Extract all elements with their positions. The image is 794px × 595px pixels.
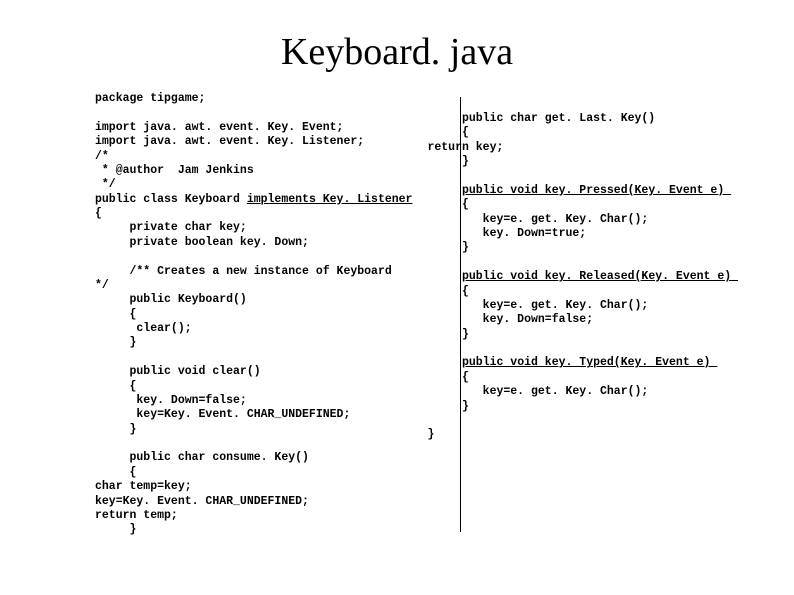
code-line: /* [95,150,109,163]
code-line: } [427,241,468,254]
code-underline: public void key. Released(Key. Event e) [462,270,738,283]
code-line: key=Key. Event. CHAR_UNDEFINED; [95,495,309,508]
code-line: } [95,336,136,349]
code-line: public void clear() [95,365,261,378]
code-line: * @author Jam Jenkins [95,164,254,177]
code-line: { [95,466,136,479]
code-line: import java. awt. event. Key. Listener; [95,135,364,148]
code-line: private boolean key. Down; [95,236,309,249]
code-line: key=Key. Event. CHAR_UNDEFINED; [95,408,350,421]
code-line: } [427,328,468,341]
code-line: package tipgame; [95,92,205,105]
code-line: } [427,400,468,413]
code-line: { [95,207,102,220]
code-line: { [427,285,468,298]
code-underline: public void key. Pressed(Key. Event e) [462,184,731,197]
code-line: { [95,380,136,393]
code-line: key. Down=false; [427,313,593,326]
code-line: key. Down=false; [95,394,247,407]
code-line: char temp=key; [95,480,192,493]
code-line: clear(); [95,322,192,335]
code-line: } [427,428,434,441]
code-line [427,356,462,369]
code-line: } [427,155,468,168]
code-line: return key; [427,141,503,154]
code-underline: public void key. Typed(Key. Event e) [462,356,717,369]
code-line: public class Keyboard [95,193,247,206]
code-line: { [427,198,468,211]
code-underline: implements Key. Listener [247,193,413,206]
code-line: private char key; [95,221,247,234]
code-line: { [427,371,468,384]
left-column: package tipgame; import java. awt. event… [95,92,412,538]
code-line: key=e. get. Key. Char(); [427,385,648,398]
code-line: */ [95,178,116,191]
code-line: public char get. Last. Key() [427,112,655,125]
code-line: /** Creates a new instance of Keyboard [95,265,392,278]
code-line [427,270,462,283]
code-line: public char consume. Key() [95,451,309,464]
code-line [427,184,462,197]
code-line: } [95,423,136,436]
code-line: return temp; [95,509,178,522]
page-title: Keyboard. java [0,0,794,92]
code-line: key=e. get. Key. Char(); [427,213,648,226]
code-line: { [95,308,136,321]
right-column: public char get. Last. Key() { return ke… [412,92,738,538]
code-line: */ [95,279,109,292]
code-columns: package tipgame; import java. awt. event… [0,92,794,558]
code-line: } [95,523,136,536]
code-line: public Keyboard() [95,293,247,306]
code-line: { [427,126,468,139]
code-line: key=e. get. Key. Char(); [427,299,648,312]
code-line: import java. awt. event. Key. Event; [95,121,343,134]
code-line: key. Down=true; [427,227,586,240]
